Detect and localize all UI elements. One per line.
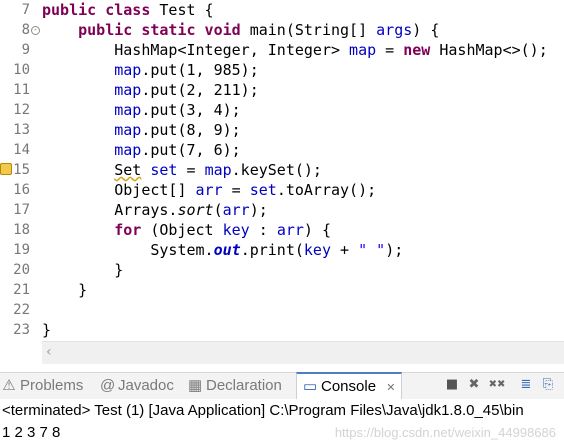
line-number: 17 bbox=[13, 202, 30, 218]
code-line[interactable]: 11 map.put(2, 211); bbox=[0, 80, 564, 100]
code-text: } bbox=[42, 321, 52, 339]
code-editor[interactable]: 7 public class Test {8- public static voi… bbox=[0, 0, 564, 340]
code-line[interactable]: 22 bbox=[0, 300, 564, 320]
line-number: 11 bbox=[13, 82, 30, 98]
code-text: map.put(3, 4); bbox=[114, 101, 241, 119]
console-icon: ▭ bbox=[303, 378, 318, 395]
code-text: map.put(1, 985); bbox=[114, 61, 259, 79]
bottom-panel-tabbar: ⚠ Problems @ Javadoc ▦ Declaration ▭ Console… bbox=[0, 372, 564, 401]
code-line[interactable]: 21 } bbox=[0, 280, 564, 300]
line-number: 10 bbox=[13, 62, 30, 78]
code-line[interactable]: 14 map.put(7, 6); bbox=[0, 140, 564, 160]
code-text: Arrays.sort(arr); bbox=[42, 201, 268, 219]
warning-marker-icon[interactable] bbox=[0, 163, 12, 175]
code-line[interactable]: 16 Object[] arr = set.toArray(); bbox=[0, 180, 564, 200]
code-line[interactable]: 12 map.put(3, 4); bbox=[0, 100, 564, 120]
at-icon: @ bbox=[100, 377, 116, 394]
code-line[interactable]: 8- public static void main(String[] args… bbox=[0, 20, 564, 40]
code-text: System.out.print(key + " "); bbox=[42, 241, 404, 259]
console-status: <terminated> Test (1) [Java Application]… bbox=[2, 402, 524, 419]
console-view[interactable]: <terminated> Test (1) [Java Application]… bbox=[0, 399, 564, 448]
scroll-left-icon[interactable]: ‹ bbox=[46, 344, 52, 360]
line-number: 20 bbox=[13, 262, 30, 278]
pin-console-icon[interactable]: ⎘ bbox=[540, 377, 556, 393]
code-text: map.put(8, 9); bbox=[114, 121, 241, 139]
tab-label: Declaration bbox=[206, 377, 282, 394]
console-output: 1 2 3 7 8 bbox=[2, 424, 61, 441]
line-number: 16 bbox=[13, 182, 30, 198]
code-text: } bbox=[42, 281, 88, 299]
remove-all-icon[interactable]: ✖✖ bbox=[486, 377, 508, 393]
gutter-spacer bbox=[0, 341, 42, 363]
line-number: 22 bbox=[13, 302, 30, 318]
line-number: 12 bbox=[13, 102, 30, 118]
code-text: map.put(7, 6); bbox=[114, 141, 241, 159]
tab-label: Problems bbox=[20, 377, 84, 394]
code-text: public static void main(String[] args) { bbox=[78, 21, 440, 39]
tab-label: Console bbox=[321, 378, 377, 395]
code-line[interactable]: 19 System.out.print(key + " "); bbox=[0, 240, 564, 260]
code-line[interactable]: 10 map.put(1, 985); bbox=[0, 60, 564, 80]
terminate-icon[interactable]: ■ bbox=[444, 377, 460, 393]
watermark: https://blog.csdn.net/weixin_44998686 bbox=[334, 425, 556, 440]
line-number: 18 bbox=[13, 222, 30, 238]
fold-toggle-icon[interactable]: - bbox=[31, 26, 40, 35]
code-text: map.put(2, 211); bbox=[114, 81, 259, 99]
close-icon[interactable]: ✕ bbox=[386, 382, 395, 394]
scroll-lock-icon[interactable]: ≣ bbox=[518, 377, 534, 393]
tab-problems[interactable]: ⚠ Problems bbox=[2, 373, 83, 399]
horizontal-scrollbar[interactable]: ‹ bbox=[42, 341, 564, 364]
tab-javadoc[interactable]: @ Javadoc bbox=[100, 373, 174, 399]
code-line[interactable]: 9 HashMap<Integer, Integer> map = new Ha… bbox=[0, 40, 564, 60]
line-number: 14 bbox=[13, 142, 30, 158]
tab-declaration[interactable]: ▦ Declaration bbox=[188, 373, 282, 399]
problems-icon: ⚠ bbox=[2, 377, 16, 394]
code-text: for (Object key : arr) { bbox=[114, 221, 331, 239]
tab-console[interactable]: ▭ Console ✕ bbox=[296, 372, 403, 401]
code-line[interactable]: 18 for (Object key : arr) { bbox=[0, 220, 564, 240]
tab-label: Javadoc bbox=[118, 377, 174, 394]
line-number: 7 bbox=[21, 2, 30, 18]
line-number: 13 bbox=[13, 122, 30, 138]
code-text: HashMap<Integer, Integer> map = new Hash… bbox=[42, 41, 548, 59]
line-number: 8 bbox=[21, 22, 30, 38]
code-line[interactable]: 7 public class Test { bbox=[0, 0, 564, 20]
line-number: 23 bbox=[13, 322, 30, 338]
line-number: 21 bbox=[13, 282, 30, 298]
code-line[interactable]: 23} bbox=[0, 320, 564, 340]
code-line[interactable]: 20 } bbox=[0, 260, 564, 280]
code-line[interactable]: 15 Set set = map.keySet(); bbox=[0, 160, 564, 180]
code-line[interactable]: 17 Arrays.sort(arr); bbox=[0, 200, 564, 220]
code-text: public class Test { bbox=[42, 1, 214, 19]
line-number: 9 bbox=[21, 42, 30, 58]
code-text: Object[] arr = set.toArray(); bbox=[42, 181, 377, 199]
declaration-icon: ▦ bbox=[188, 377, 203, 394]
code-text: } bbox=[42, 261, 124, 279]
code-text: Set set = map.keySet(); bbox=[114, 161, 322, 179]
line-number: 19 bbox=[13, 242, 30, 258]
code-line[interactable]: 13 map.put(8, 9); bbox=[0, 120, 564, 140]
remove-launch-icon[interactable]: ✖ bbox=[466, 377, 482, 393]
